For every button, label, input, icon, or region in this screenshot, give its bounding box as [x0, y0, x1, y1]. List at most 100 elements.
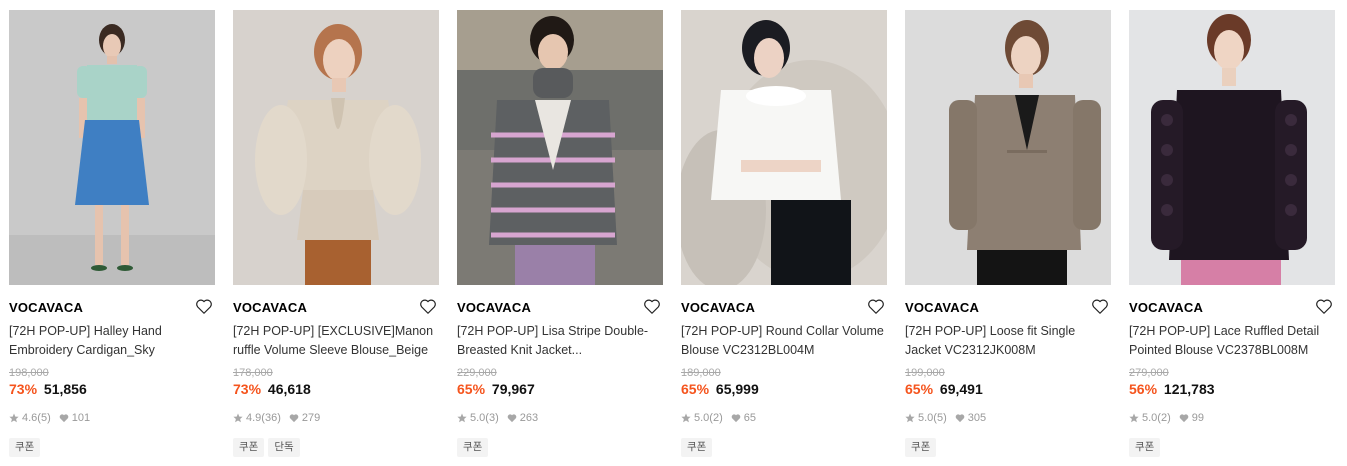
product-name[interactable]: [72H POP-UP] [EXCLUSIVE]Manon ruffle Vol…	[233, 322, 439, 360]
product-card[interactable]: VOCAVACA [72H POP-UP] Lace Ruffled Detai…	[1129, 10, 1335, 466]
star-icon	[9, 413, 19, 423]
product-card[interactable]: VOCAVACA [72H POP-UP] Halley Hand Embroi…	[9, 10, 215, 466]
price-row: 65% 79,967	[457, 380, 663, 398]
product-image[interactable]	[457, 10, 663, 285]
product-card[interactable]: VOCAVACA [72H POP-UP] [EXCLUSIVE]Manon r…	[233, 10, 439, 466]
rating-value: 4.6	[22, 412, 38, 424]
product-card[interactable]: VOCAVACA [72H POP-UP] Lisa Stripe Double…	[457, 10, 663, 466]
review-count: (5)	[933, 412, 947, 424]
discount-rate: 73%	[233, 381, 262, 397]
product-name-line1: [72H POP-UP] [EXCLUSIVE]Manon	[233, 324, 434, 338]
product-name-line1: [72H POP-UP] Round Collar Volume	[681, 324, 884, 338]
discount-rate: 56%	[1129, 381, 1158, 397]
product-image[interactable]	[681, 10, 887, 285]
coupon-tag: 쿠폰	[457, 438, 489, 457]
product-name-line1: [72H POP-UP] Loose fit Single	[905, 324, 1076, 338]
brand-name[interactable]: VOCAVACA	[457, 300, 531, 315]
discount-rate: 65%	[681, 381, 710, 397]
exclusive-tag: 단독	[268, 438, 300, 457]
star-icon	[681, 413, 691, 423]
wishlist-heart-icon[interactable]	[1091, 298, 1109, 315]
original-price: 199,000	[905, 367, 945, 379]
price-row: 65% 69,491	[905, 380, 1111, 398]
brand-name[interactable]: VOCAVACA	[905, 300, 979, 315]
product-grid: VOCAVACA [72H POP-UP] Halley Hand Embroi…	[0, 0, 1347, 466]
tag-list: 쿠폰 단독	[233, 438, 439, 457]
discount-rate: 73%	[9, 381, 38, 397]
product-name-line2: ruffle Volume Sleeve Blouse_Beige	[233, 343, 429, 357]
like-count: 305	[967, 412, 987, 424]
star-icon	[1129, 413, 1139, 423]
rating-value: 5.0	[470, 412, 486, 424]
price-row: 65% 65,999	[681, 380, 887, 398]
product-name-line2: Jacket VC2312JK008M	[905, 343, 1036, 357]
review-count: (5)	[37, 412, 51, 424]
review-count: (36)	[261, 412, 281, 424]
coupon-tag: 쿠폰	[233, 438, 265, 457]
tag-list: 쿠폰	[905, 438, 1111, 457]
heart-filled-icon	[59, 413, 69, 423]
product-name-line2: Embroidery Cardigan_Sky	[9, 343, 155, 357]
heart-filled-icon	[289, 413, 299, 423]
product-meta: 5.0 (2) 99	[1129, 411, 1335, 425]
wishlist-heart-icon[interactable]	[643, 298, 661, 315]
brand-name[interactable]: VOCAVACA	[1129, 300, 1203, 315]
wishlist-heart-icon[interactable]	[419, 298, 437, 315]
product-name[interactable]: [72H POP-UP] Halley Hand Embroidery Card…	[9, 322, 215, 360]
product-name-line1: [72H POP-UP] Lace Ruffled Detail	[1129, 324, 1320, 338]
brand-name[interactable]: VOCAVACA	[9, 300, 83, 315]
product-name-line1: [72H POP-UP] Lisa Stripe Double-	[457, 324, 649, 338]
rating-value: 5.0	[694, 412, 710, 424]
star-icon	[457, 413, 467, 423]
star-icon	[905, 413, 915, 423]
wishlist-heart-icon[interactable]	[867, 298, 885, 315]
sale-price: 65,999	[715, 381, 759, 397]
review-count: (3)	[485, 412, 499, 424]
product-name[interactable]: [72H POP-UP] Lisa Stripe Double- Breaste…	[457, 322, 663, 360]
wishlist-heart-icon[interactable]	[195, 298, 213, 315]
price-row: 73% 46,618	[233, 380, 439, 398]
brand-name[interactable]: VOCAVACA	[681, 300, 755, 315]
original-price: 178,000	[233, 367, 273, 379]
original-price: 198,000	[9, 367, 49, 379]
coupon-tag: 쿠폰	[9, 438, 41, 457]
sale-price: 69,491	[939, 381, 983, 397]
like-count: 279	[301, 412, 321, 424]
review-count: (2)	[1157, 412, 1171, 424]
coupon-tag: 쿠폰	[1129, 438, 1161, 457]
product-meta: 5.0 (3) 263	[457, 411, 663, 425]
tag-list: 쿠폰	[681, 438, 887, 457]
heart-filled-icon	[507, 413, 517, 423]
tag-list: 쿠폰	[1129, 438, 1335, 457]
product-card[interactable]: VOCAVACA [72H POP-UP] Round Collar Volum…	[681, 10, 887, 466]
price-row: 56% 121,783	[1129, 380, 1335, 398]
product-name-line2: Breasted Knit Jacket...	[457, 343, 583, 357]
coupon-tag: 쿠폰	[681, 438, 713, 457]
tag-list: 쿠폰	[457, 438, 663, 457]
discount-rate: 65%	[905, 381, 934, 397]
brand-name[interactable]: VOCAVACA	[233, 300, 307, 315]
product-image[interactable]	[9, 10, 215, 285]
heart-filled-icon	[731, 413, 741, 423]
sale-price: 121,783	[1163, 381, 1215, 397]
like-count: 65	[743, 412, 756, 424]
product-name[interactable]: [72H POP-UP] Round Collar Volume Blouse …	[681, 322, 887, 360]
product-image[interactable]	[1129, 10, 1335, 285]
product-name[interactable]: [72H POP-UP] Loose fit Single Jacket VC2…	[905, 322, 1111, 360]
sale-price: 46,618	[267, 381, 311, 397]
product-meta: 5.0 (2) 65	[681, 411, 887, 425]
like-count: 263	[519, 412, 539, 424]
review-count: (2)	[709, 412, 723, 424]
rating-value: 4.9	[246, 412, 262, 424]
heart-filled-icon	[1179, 413, 1189, 423]
product-image[interactable]	[233, 10, 439, 285]
product-image[interactable]	[905, 10, 1111, 285]
product-card[interactable]: VOCAVACA [72H POP-UP] Loose fit Single J…	[905, 10, 1111, 466]
rating-value: 5.0	[918, 412, 934, 424]
product-meta: 4.6 (5) 101	[9, 411, 215, 425]
product-name-line2: Pointed Blouse VC2378BL008M	[1129, 343, 1309, 357]
rating-value: 5.0	[1142, 412, 1158, 424]
product-name[interactable]: [72H POP-UP] Lace Ruffled Detail Pointed…	[1129, 322, 1335, 360]
wishlist-heart-icon[interactable]	[1315, 298, 1333, 315]
sale-price: 51,856	[43, 381, 87, 397]
